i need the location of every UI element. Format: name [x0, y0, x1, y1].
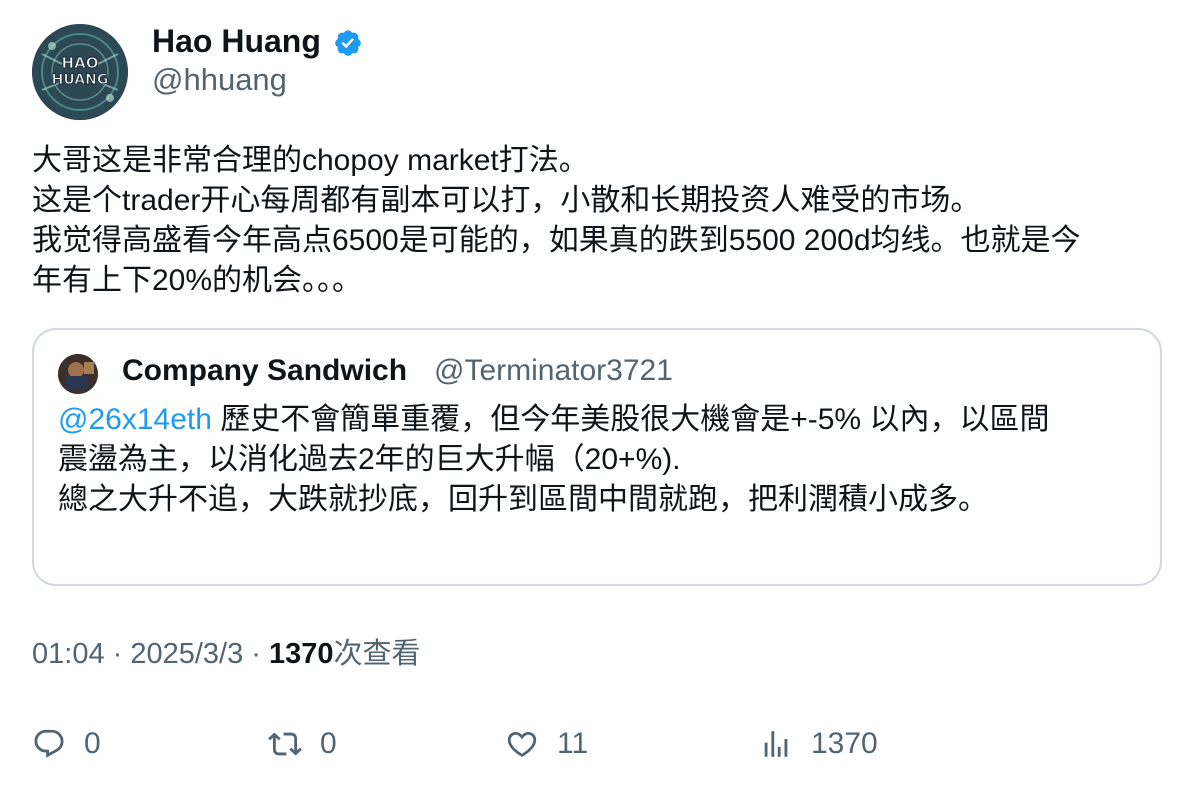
svg-text:HUANG: HUANG	[52, 72, 109, 88]
reply-icon	[34, 729, 64, 758]
tweet-text-line: 年有上下20%的机会。。。	[32, 264, 363, 297]
tweet-actions: 0 0 11 1370	[32, 722, 1168, 766]
views-count: 1370	[269, 638, 334, 670]
quoted-text-line: 震盪為主，以消化過去2年的巨大升幅（20+%).	[58, 443, 681, 476]
heart-icon	[507, 731, 537, 757]
tweet-time[interactable]: 01:04	[32, 638, 105, 670]
reply-button[interactable]: 0	[32, 722, 101, 766]
quoted-author-name: Company Sandwich	[122, 354, 408, 387]
mention-link[interactable]: @26x14eth	[58, 403, 212, 436]
quoted-author-handle: @Terminator3721	[434, 354, 673, 387]
author-names: Hao Huang @hhuang	[152, 23, 363, 98]
tweet-text-line: 我觉得高盛看今年高点6500是可能的，如果真的跌到5500 200d均线。也就是…	[32, 224, 1081, 257]
author-handle[interactable]: @hhuang	[152, 62, 363, 98]
quoted-text-line: 總之大升不追，大跌就抄底，回升到區間中間就跑，把利潤積小成多。	[58, 483, 988, 516]
meta-separator: ·	[104, 638, 131, 670]
reply-count: 0	[84, 727, 101, 760]
like-button[interactable]: 11	[505, 722, 588, 766]
quoted-text-fragment: 歷史不會簡單重覆，但今年美股很大機會是+-5% 以內，以區間	[211, 403, 1050, 436]
tweet-text-line: 这是个trader开心每周都有副本可以打，小散和长期投资人难受的市场。	[32, 184, 981, 217]
quoted-tweet-card[interactable]: Company Sandwich @Terminator3721 @26x14e…	[32, 328, 1162, 586]
retweet-button[interactable]: 0	[268, 722, 337, 766]
tweet-meta: 01:04 · 2025/3/3 · 1370次查看	[32, 634, 421, 674]
retweet-count: 0	[320, 727, 337, 760]
views-label: 次查看	[333, 638, 421, 670]
quoted-author-avatar	[58, 354, 98, 394]
svg-text:HAO: HAO	[62, 54, 99, 72]
views-action-count: 1370	[811, 727, 878, 760]
author-display-name[interactable]: Hao Huang	[152, 23, 321, 59]
views-button[interactable]: 1370	[759, 722, 878, 766]
author-avatar[interactable]: HAO HUANG	[32, 24, 128, 120]
tweet-text-line: 大哥这是非常合理的chopoy market打法。	[32, 144, 589, 177]
analytics-icon	[764, 731, 788, 757]
like-count: 11	[557, 727, 589, 760]
quoted-tweet-text: @26x14eth 歷史不會簡單重覆，但今年美股很大機會是+-5% 以內，以區間…	[58, 400, 1138, 520]
quoted-text-line: @26x14eth 歷史不會簡單重覆，但今年美股很大機會是+-5% 以內，以區間	[58, 400, 1138, 440]
tweet-date[interactable]: 2025/3/3	[130, 638, 243, 670]
retweet-icon	[268, 732, 302, 756]
verified-badge-icon	[335, 30, 362, 56]
meta-separator: ·	[243, 638, 270, 670]
tweet-text: 大哥这是非常合理的chopoy market打法。 这是个trader开心每周都…	[32, 141, 1168, 301]
